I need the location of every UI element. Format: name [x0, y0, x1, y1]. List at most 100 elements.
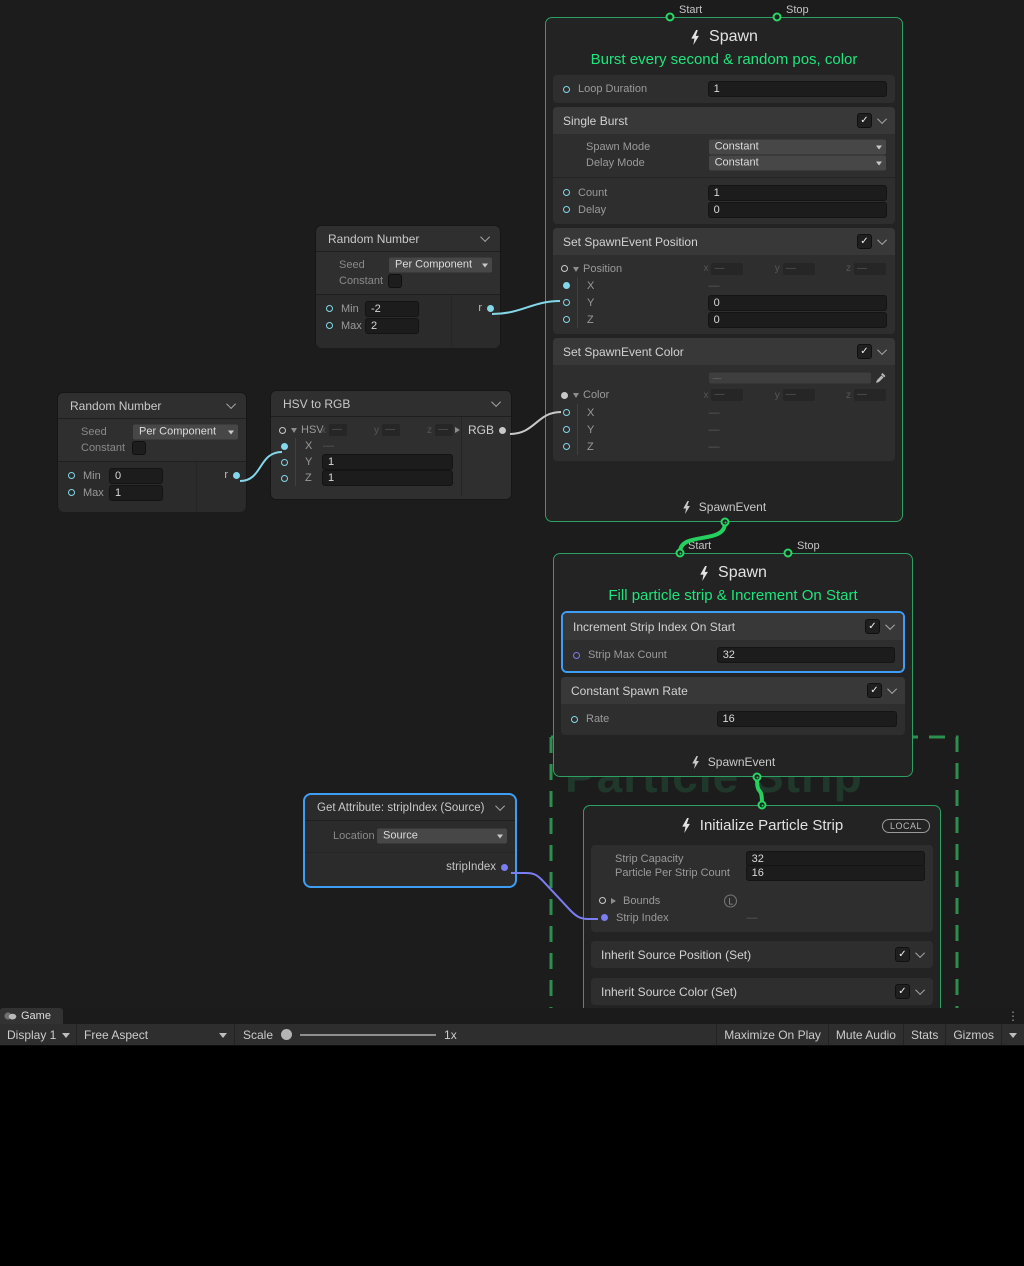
display-selector[interactable]: Display 1: [0, 1024, 76, 1045]
delay-port[interactable]: [563, 206, 570, 213]
min-field[interactable]: -2: [366, 302, 418, 316]
bounds-port[interactable]: [599, 897, 606, 904]
block-inherit-source-color[interactable]: Inherit Source Color (Set)✓: [591, 978, 933, 1005]
scale-slider-track[interactable]: [300, 1034, 436, 1036]
chevron-down-icon[interactable]: [885, 620, 895, 630]
chevron-down-icon[interactable]: [915, 948, 925, 958]
enabled-checkbox[interactable]: ✓: [858, 235, 871, 248]
maximize-on-play-button[interactable]: Maximize On Play: [717, 1024, 828, 1045]
color-y-port[interactable]: [563, 426, 570, 433]
block-header[interactable]: Set SpawnEvent Color✓: [553, 338, 895, 365]
spawn-burst-output-port[interactable]: [721, 518, 730, 527]
game-tab[interactable]: Game: [0, 1008, 63, 1024]
position-y-port[interactable]: [563, 299, 570, 306]
block-set-spawnevent-color[interactable]: Set SpawnEvent Color✓ — Color x— y— z— X…: [553, 338, 895, 461]
strip-max-count-port[interactable]: [573, 652, 580, 659]
node-spawn-burst[interactable]: Start Stop Spawn Burst every second & ra…: [545, 17, 903, 522]
count-field[interactable]: 1: [709, 186, 886, 200]
delay-field[interactable]: 0: [709, 203, 886, 217]
node-header[interactable]: Get Attribute: stripIndex (Source): [305, 795, 515, 821]
block-set-spawnevent-position[interactable]: Set SpawnEvent Position✓ Position x— y— …: [553, 228, 895, 334]
enabled-checkbox[interactable]: ✓: [866, 620, 879, 633]
location-dropdown[interactable]: Source: [377, 829, 507, 844]
initialize-input-port[interactable]: [758, 801, 767, 810]
spawn-strip-stop-port[interactable]: [784, 549, 793, 558]
max-field[interactable]: 1: [110, 486, 162, 500]
constant-checkbox[interactable]: [133, 442, 145, 454]
node-spawn-strip[interactable]: Start Stop Spawn Fill particle strip & I…: [553, 553, 913, 777]
eyedropper-icon[interactable]: [875, 373, 886, 384]
random-output-port[interactable]: [233, 472, 240, 479]
delay-mode-dropdown[interactable]: Constant: [709, 156, 886, 171]
node-random-number-top[interactable]: Random Number Seed Per Component Constan…: [315, 225, 501, 347]
hsv-port[interactable]: [279, 427, 286, 434]
block-header[interactable]: Increment Strip Index On Start✓: [563, 613, 903, 640]
spawn-strip-start-port[interactable]: [676, 549, 685, 558]
rate-field[interactable]: 16: [718, 712, 896, 726]
node-initialize-particle-strip[interactable]: LOCAL Initialize Particle Strip Strip Ca…: [583, 805, 941, 1008]
color-swatch-field[interactable]: —: [709, 373, 871, 384]
node-random-number-left[interactable]: Random Number Seed Per Component Constan…: [57, 392, 247, 511]
enabled-checkbox[interactable]: ✓: [896, 985, 909, 998]
chevron-down-icon[interactable]: [495, 801, 505, 811]
expand-icon[interactable]: [291, 428, 297, 436]
expand-icon[interactable]: [611, 898, 619, 904]
expand-icon[interactable]: [573, 267, 579, 275]
loop-duration-field[interactable]: 1: [709, 82, 886, 96]
gizmos-button[interactable]: Gizmos: [946, 1024, 1001, 1045]
rgb-output-port[interactable]: [499, 427, 506, 434]
position-y-field[interactable]: 0: [709, 296, 886, 310]
position-z-field[interactable]: 0: [709, 313, 886, 327]
min-port[interactable]: [68, 472, 75, 479]
hsv-y-field[interactable]: 1: [323, 455, 452, 469]
chevron-down-icon[interactable]: [887, 684, 897, 694]
strip-index-port[interactable]: [601, 914, 608, 921]
rate-port[interactable]: [571, 716, 578, 723]
seed-dropdown[interactable]: Per Component: [389, 258, 492, 273]
block-header[interactable]: Inherit Source Position (Set)✓: [591, 941, 933, 968]
position-x-port[interactable]: [563, 282, 570, 289]
min-field[interactable]: 0: [110, 469, 162, 483]
color-z-port[interactable]: [563, 443, 570, 450]
window-menu-icon[interactable]: ⋮: [1007, 1008, 1019, 1024]
expand-icon[interactable]: [573, 393, 579, 401]
max-port[interactable]: [68, 489, 75, 496]
expand-icon[interactable]: [455, 427, 463, 433]
max-field[interactable]: 2: [366, 319, 418, 333]
loop-duration-port[interactable]: [563, 86, 570, 93]
position-port[interactable]: [561, 265, 568, 272]
gizmos-dropdown[interactable]: [1002, 1024, 1024, 1045]
context-header[interactable]: Spawn: [546, 25, 902, 49]
node-get-attribute-stripindex[interactable]: Get Attribute: stripIndex (Source) Locat…: [303, 793, 517, 888]
block-single-burst[interactable]: Single Burst✓ Spawn Mode Constant Delay …: [553, 107, 895, 224]
stats-button[interactable]: Stats: [904, 1024, 945, 1045]
node-header[interactable]: Random Number: [58, 393, 246, 419]
min-port[interactable]: [326, 305, 333, 312]
hsv-z-port[interactable]: [281, 475, 288, 482]
hsv-x-port[interactable]: [281, 443, 288, 450]
spawn-burst-start-port[interactable]: [666, 13, 675, 22]
context-header[interactable]: Spawn: [554, 561, 912, 585]
chevron-down-icon[interactable]: [491, 397, 501, 407]
spawn-mode-dropdown[interactable]: Constant: [709, 140, 886, 155]
mute-audio-button[interactable]: Mute Audio: [829, 1024, 903, 1045]
node-header[interactable]: HSV to RGB: [271, 391, 511, 417]
hsv-z-field[interactable]: 1: [323, 471, 452, 485]
local-space-badge[interactable]: LOCAL: [882, 819, 930, 833]
chevron-down-icon[interactable]: [877, 114, 887, 124]
node-header[interactable]: Random Number: [316, 226, 500, 252]
block-header[interactable]: Constant Spawn Rate✓: [561, 677, 905, 704]
count-port[interactable]: [563, 189, 570, 196]
chevron-down-icon[interactable]: [915, 985, 925, 995]
node-hsv-to-rgb[interactable]: HSV to RGB HSV x— y— z— X — Y 1 Z 1 RGB: [270, 390, 512, 500]
position-z-port[interactable]: [563, 316, 570, 323]
block-header[interactable]: Inherit Source Color (Set)✓: [591, 978, 933, 1005]
chevron-down-icon[interactable]: [877, 345, 887, 355]
chevron-down-icon[interactable]: [877, 235, 887, 245]
enabled-checkbox[interactable]: ✓: [868, 684, 881, 697]
scale-slider-knob[interactable]: [281, 1029, 292, 1040]
block-loop-duration[interactable]: Loop Duration 1: [553, 75, 895, 103]
stripindex-output-port[interactable]: [501, 864, 508, 871]
enabled-checkbox[interactable]: ✓: [896, 948, 909, 961]
max-port[interactable]: [326, 322, 333, 329]
